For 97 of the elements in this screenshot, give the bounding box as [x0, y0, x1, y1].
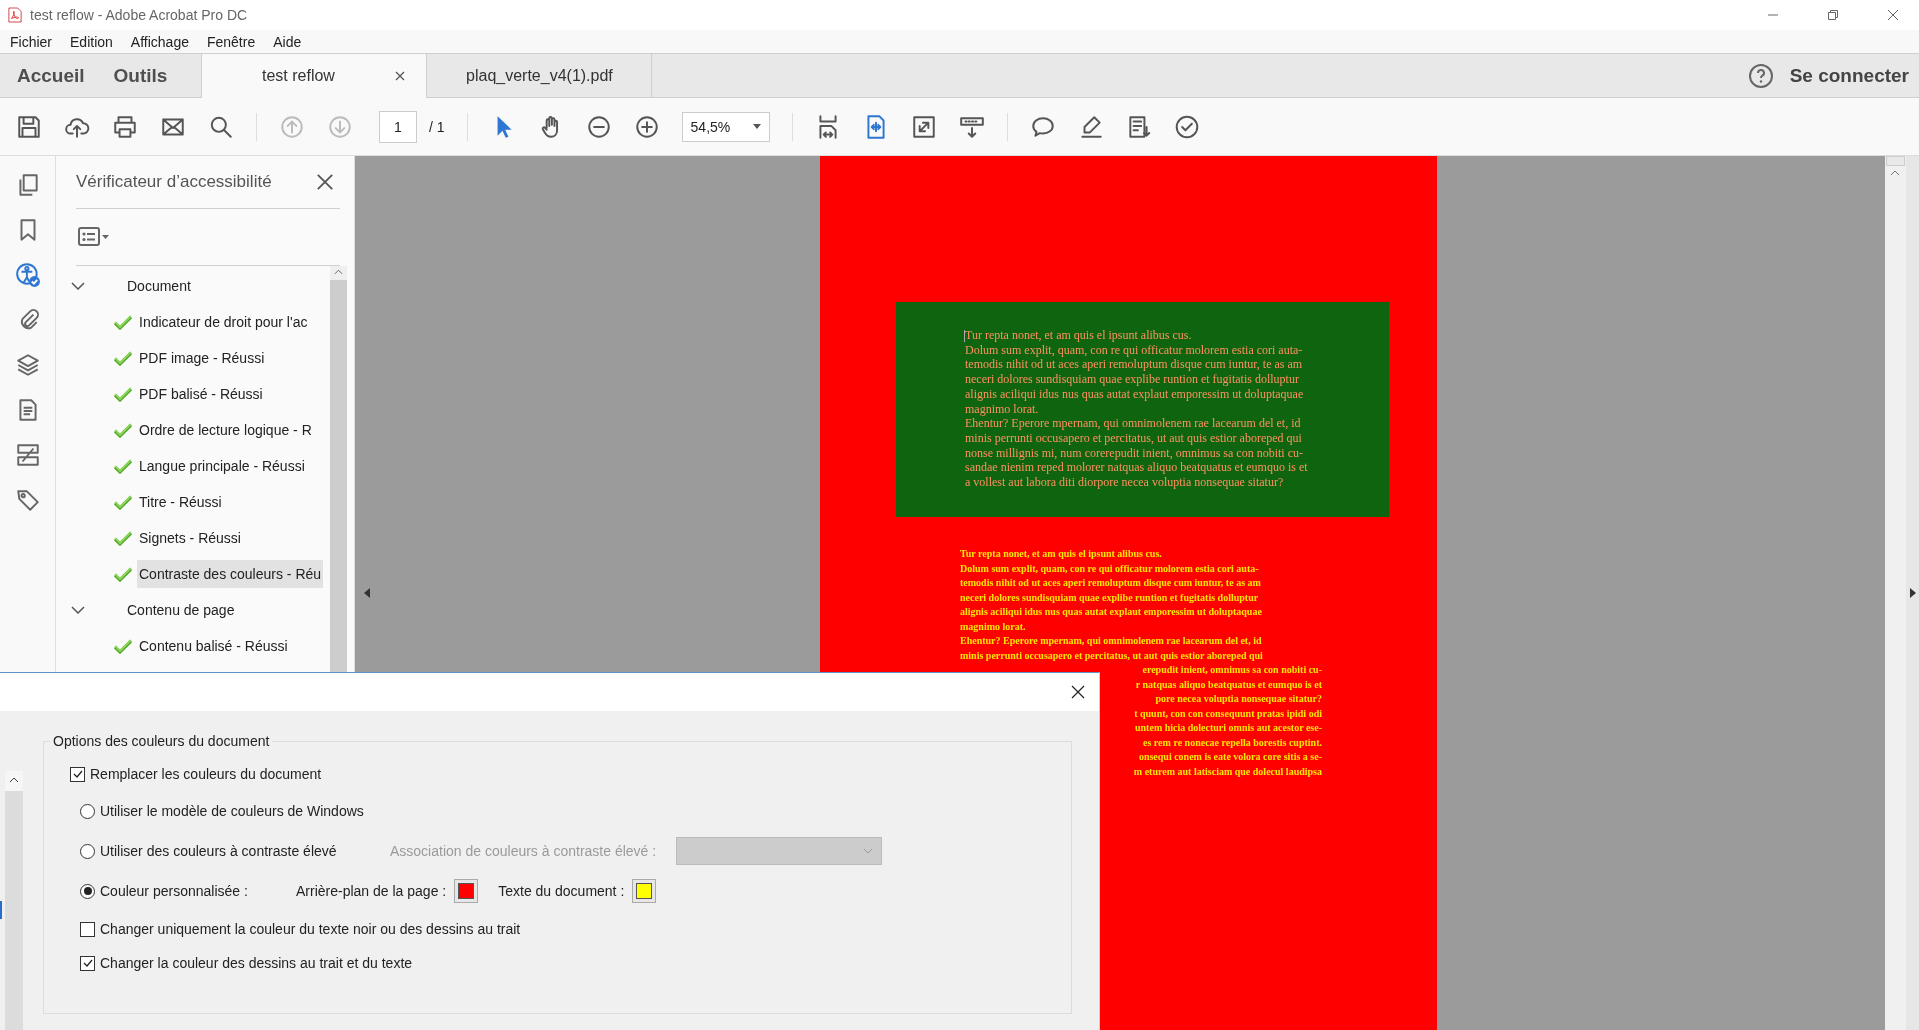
checkbox[interactable]	[70, 766, 85, 782]
tree-item[interactable]: Signets - Réussi	[137, 524, 243, 552]
text-line: Dolum sum explit, quam, con re qui officatur molorem estia cori auta-	[965, 342, 1303, 358]
scrollbar[interactable]	[1885, 156, 1906, 1030]
menu-item[interactable]: Edition	[70, 33, 113, 50]
text-line: onsequi conem is eate volora core sitis a se-	[1138, 750, 1322, 764]
pdf-file-icon	[8, 7, 22, 23]
print-icon[interactable]	[112, 113, 138, 140]
nav-tab[interactable]: Accueil	[0, 54, 85, 97]
scroll-up-icon[interactable]	[9, 777, 19, 783]
radio-button[interactable]	[80, 803, 95, 819]
menu-item[interactable]: Fichier	[10, 33, 52, 50]
text-line: minis perrunti occusapero et percitatus, ut aut quis estior aboreped qui	[960, 648, 1263, 663]
tree-item[interactable]: Titre - Réussi	[137, 488, 224, 516]
accessibility-icon[interactable]	[14, 262, 41, 288]
collapse-arrow-icon[interactable]	[364, 588, 370, 598]
tree-item[interactable]: PDF balisé - Réussi	[137, 380, 265, 408]
option-label: Changer uniquement la couleur du texte noir ou des dessins au trait	[100, 921, 521, 937]
text-line: Tur repta nonet, et am quis el ipsunt alibus cus.	[960, 547, 1162, 561]
option-label: Remplacer les couleurs du document	[90, 766, 322, 782]
restore-icon[interactable]	[1827, 9, 1839, 21]
text-line: pore necea voluptia nonsequae sitatur?	[1155, 692, 1322, 706]
close-icon[interactable]	[1071, 685, 1085, 699]
tree-item[interactable]: Contenu balisé - Réussi	[137, 632, 290, 660]
document-tab[interactable]: plaq_verte_v4(1).pdf	[427, 54, 653, 97]
caret-icon[interactable]	[752, 124, 761, 129]
text-line: Dolum sum explit, quam, con re qui officatur molorem estia cori auta-	[960, 561, 1259, 576]
text-line: minis perrunti occusapero et percitatus, ut aut quis estior aboreped qui	[965, 430, 1302, 446]
chevron-icon[interactable]	[71, 282, 85, 290]
tree-item[interactable]: PDF image - Réussi	[137, 344, 267, 372]
text-line: es rem re nonecae repella borestis cuptint.	[1143, 735, 1322, 750]
help-icon[interactable]	[1747, 62, 1774, 89]
tree-item[interactable]: Contraste des couleurs - Réu	[137, 560, 324, 588]
document-tab[interactable]: test reflow	[201, 54, 428, 98]
panel-title: Vérificateur d’accessibilité	[76, 172, 272, 192]
text-line: Tur repta nonet, et am quis el ipsunt alibus cus.	[965, 328, 1192, 343]
menu-item[interactable]: Fenêtre	[206, 33, 256, 50]
sign-in-link[interactable]: Se connecter	[1789, 54, 1919, 97]
close-icon[interactable]	[394, 71, 405, 81]
text-line: nonse millignis mi, num corerepudit inient, omnimus sa con nobiti cu-	[965, 445, 1303, 461]
text-line: t quunt, con con consequunt pratas ipidi odi	[1134, 706, 1322, 721]
compare-icon[interactable]	[14, 442, 41, 468]
checkbox[interactable]	[80, 921, 95, 937]
menu-item[interactable]: Aide	[273, 33, 302, 50]
text-line: a vollest aut labora diti diorpore necea voluptia nonsequae sitatur?	[965, 475, 1284, 490]
tree-item[interactable]: Indicateur de droit pour l'ac	[137, 308, 310, 336]
text-line: r natquas aliquo beatquatus et eumquo is et	[1135, 677, 1322, 692]
tree-item[interactable]: Ordre de lecture logique - R	[137, 416, 314, 444]
scrollbar[interactable]	[5, 771, 23, 1030]
window-title: test reflow - Adobe Acrobat Pro DC	[30, 7, 248, 23]
zoom-out-icon[interactable]	[585, 113, 612, 140]
page-count: / 1	[429, 118, 445, 135]
text-line: temodis nihit od ut aces aperi remoluptum disque cum iuntur, te as am	[960, 576, 1261, 590]
close-icon[interactable]	[316, 173, 334, 191]
option-label: Utiliser des couleurs à contraste élevé	[100, 843, 338, 859]
text-line: alignis aciliqui idus nus quas autat explaut emporessim ut doluptaquae	[960, 605, 1262, 619]
scroll-thumb[interactable]	[1886, 156, 1905, 166]
text-line: neceri dolores sundisquiam quae explibe runtion et fugitatis dolluptur	[965, 372, 1299, 387]
radio-button[interactable]	[80, 883, 95, 899]
swatch-label: Arrière-plan de la page :	[296, 883, 447, 899]
text-line: erepudit inient, omnimus sa con nobiti cu-	[1142, 663, 1322, 677]
text-line: untem hicia dolecturi omnis aut acestor ese-	[1135, 721, 1322, 735]
expand-arrow-icon[interactable]	[1909, 588, 1916, 598]
tree-group[interactable]: Contenu de page	[56, 592, 330, 628]
tree-group[interactable]: Document	[56, 268, 330, 304]
option-label: Utiliser le modèle de couleurs de Windows	[100, 803, 364, 819]
radio-button[interactable]	[80, 843, 95, 859]
zoom-dropdown[interactable]: 54,5%	[681, 111, 770, 142]
page-number-field[interactable]: 1	[379, 110, 417, 143]
full-screen-icon[interactable]	[910, 113, 937, 140]
checkbox[interactable]	[80, 955, 95, 971]
text-line: temodis nihit od ut aces aperi remoluptum disque cum iuntur, te as am	[965, 357, 1303, 373]
check-circle-icon[interactable]	[1173, 113, 1200, 140]
group-title: Options des couleurs du document	[52, 733, 271, 749]
text-line: neceri dolores sundisquiam quae explibe runtion et fugitatis dolluptur	[960, 590, 1259, 605]
text-line: sandae nienim reped molorer natquas aliquo beatquatus et eumquo is et	[965, 460, 1308, 476]
text-cursor	[964, 330, 965, 342]
field-label: Association de couleurs à contraste élevé :	[390, 843, 657, 859]
menu-item[interactable]: Affichage	[130, 33, 189, 50]
scroll-up-icon[interactable]	[1890, 170, 1900, 176]
tree-item[interactable]: Langue principale - Réussi	[137, 452, 307, 480]
text-line: m eturem aut latisciam que dolecul laudipsa	[1133, 764, 1322, 779]
zoom-in-icon[interactable]	[633, 113, 660, 140]
options-menu-icon[interactable]	[78, 227, 110, 247]
tag-icon[interactable]	[14, 487, 41, 513]
layers-icon[interactable]	[14, 352, 41, 378]
chevron-icon[interactable]	[71, 606, 85, 614]
swatch-label: Texte du document :	[498, 883, 625, 899]
text-line: alignis aciliqui idus nus quas autat explaut emporessim ut doluptaquae	[965, 386, 1304, 402]
option-label: Changer la couleur des dessins au trait et du texte	[100, 955, 413, 971]
text-line: Ehentur? Eperore mpernam, qui omnimolenem rae lacearum del et, id	[965, 416, 1301, 431]
save-icon[interactable]	[16, 113, 42, 140]
text-line: magnimo lorat.	[965, 401, 1039, 417]
text-line: Ehentur? Eperore mpernam, qui omnimolenem rae lacearum del et, id	[960, 634, 1262, 648]
option-label: Couleur personnalisée :	[100, 883, 249, 899]
nav-tab[interactable]: Outils	[96, 54, 168, 97]
text-line: magnimo lorat.	[960, 619, 1026, 634]
